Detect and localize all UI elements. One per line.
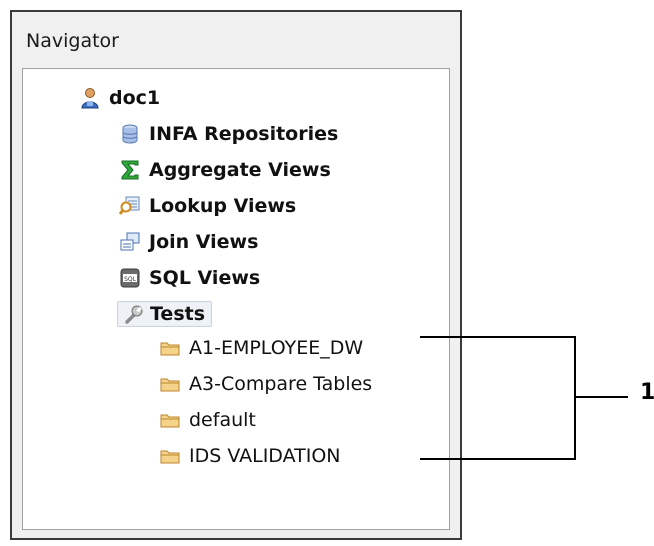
- callout-number: 1: [640, 380, 654, 405]
- callout-bracket: [420, 336, 628, 460]
